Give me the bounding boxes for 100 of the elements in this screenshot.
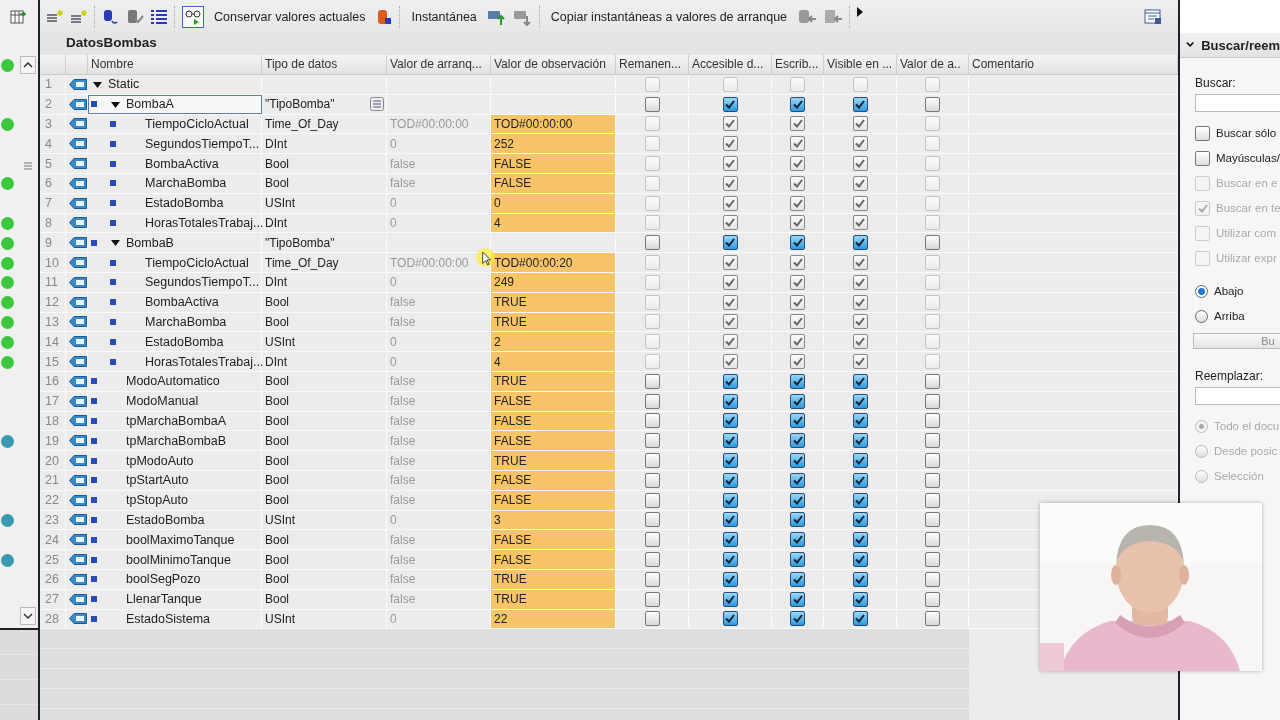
column-header[interactable]: Escrib... [772,55,824,74]
data-type: Time_Of_Day [265,255,339,270]
start-value: 0 [390,196,397,211]
list-add-icon[interactable] [70,8,88,25]
panel-header[interactable]: Buscar/reem [1180,33,1280,58]
tag-icon [69,573,87,585]
row-number: 1 [40,75,66,94]
tag-icon [69,375,87,387]
monitor-value: 252 [491,134,616,154]
scroll-down-button[interactable] [20,607,36,625]
keep-values-button[interactable]: Conservar valores actuales [210,7,370,26]
column-header[interactable]: Accesible d... [689,55,772,74]
mouse-pointer-icon [482,251,492,266]
column-header[interactable]: Remanen... [616,55,689,74]
data-type: Bool [265,156,290,171]
member-icon [91,101,97,108]
column-header[interactable]: Nombre [88,55,262,74]
member-icon [91,615,97,622]
option-label: Buscar en e [1216,177,1278,189]
snapshot-button[interactable]: Instantánea [407,7,481,26]
tag-icon [69,474,87,486]
member-icon [110,259,116,266]
database-icon[interactable] [102,8,120,25]
data-type: DInt [265,215,287,230]
member-icon [91,477,97,484]
column-header[interactable]: Visible en ... [824,55,897,74]
start-value: false [390,532,416,547]
scroll-up-button[interactable] [20,56,36,74]
list-add-icon[interactable] [46,8,64,25]
member-icon [110,279,116,286]
row-number: 23 [40,510,66,530]
option-label: Utilizar expr [1216,252,1277,264]
grip-icon[interactable] [24,162,32,170]
row-number: 25 [40,550,66,569]
list-icon[interactable] [150,8,168,25]
tag-icon [69,78,87,90]
data-type: DInt [265,354,287,369]
data-type: Bool [265,473,290,488]
checklist-arrow-icon[interactable] [823,7,844,26]
variable-name: boolMinimoTanque [126,552,231,567]
tag-icon [69,158,87,170]
start-value: false [390,295,416,310]
member-icon [91,437,97,444]
variable-name: SegundosTiempoT... [145,275,260,290]
window-icon[interactable] [1144,8,1162,25]
tag-icon [69,435,87,447]
column-header[interactable]: Tipo de datos [262,55,387,74]
monitor-value: FALSE [491,550,616,569]
variable-name: boolSegPozo [126,572,201,587]
variable-name: Static [108,77,140,92]
tag-icon [69,296,87,308]
table-icon[interactable] [10,8,26,25]
data-type: Bool [265,493,290,508]
database-arrow-icon[interactable] [797,7,818,26]
tag-icon [69,494,87,506]
row-number: 15 [40,352,66,371]
variable-name: BombaA [126,97,174,112]
cylinder-icon[interactable] [375,7,394,26]
data-type: DInt [265,136,287,151]
start-value: 0 [390,512,397,527]
data-type: Bool [265,532,290,547]
variable-name: TiempoCicloActual [145,117,249,131]
data-type: Bool [265,572,290,587]
member-icon [91,417,97,424]
member-icon [91,378,97,385]
chevron-down-icon[interactable] [1186,41,1195,49]
row-number: 2 [40,94,66,114]
member-icon [110,160,116,167]
variable-name: boolMaximoTanque [126,532,235,547]
start-value: false [390,374,416,389]
data-type: Bool [265,176,290,191]
column-header[interactable]: Valor de observación [491,55,616,74]
tag-icon [69,554,87,565]
panel-title: Buscar/reem [1201,37,1280,53]
checkbox[interactable] [1195,125,1210,141]
tag-icon [69,138,87,150]
variable-name: BombaActiva [145,295,219,310]
tag-icon [69,197,87,209]
checkbox[interactable] [1195,150,1210,166]
data-type: DInt [265,275,287,290]
option-label: Todo el docu [1214,420,1280,432]
tag-icon [69,514,87,526]
radio-button[interactable] [1195,284,1208,298]
triangle-icon[interactable] [857,6,864,17]
column-header[interactable]: Valor de a.. [897,55,969,74]
checklist-icon[interactable] [126,8,144,25]
glasses-icon[interactable] [182,5,204,28]
copy-snapshots-button[interactable]: Copiar instantáneas a valores de arranque [546,7,792,26]
member-icon [91,596,97,603]
search-field[interactable] [1195,94,1280,112]
column-header[interactable]: Valor de arranq... [387,55,491,74]
data-type: USInt [265,196,295,211]
variable-name: HorasTotalesTrabaj... [145,215,264,230]
radio-button[interactable] [1195,309,1208,323]
option-label: Utilizar com [1216,227,1277,239]
row-number: 18 [40,411,66,431]
replace-field[interactable] [1195,387,1280,405]
row-number: 3 [40,114,66,134]
row-number: 8 [40,213,66,233]
variable-name: BombaB [126,235,174,250]
